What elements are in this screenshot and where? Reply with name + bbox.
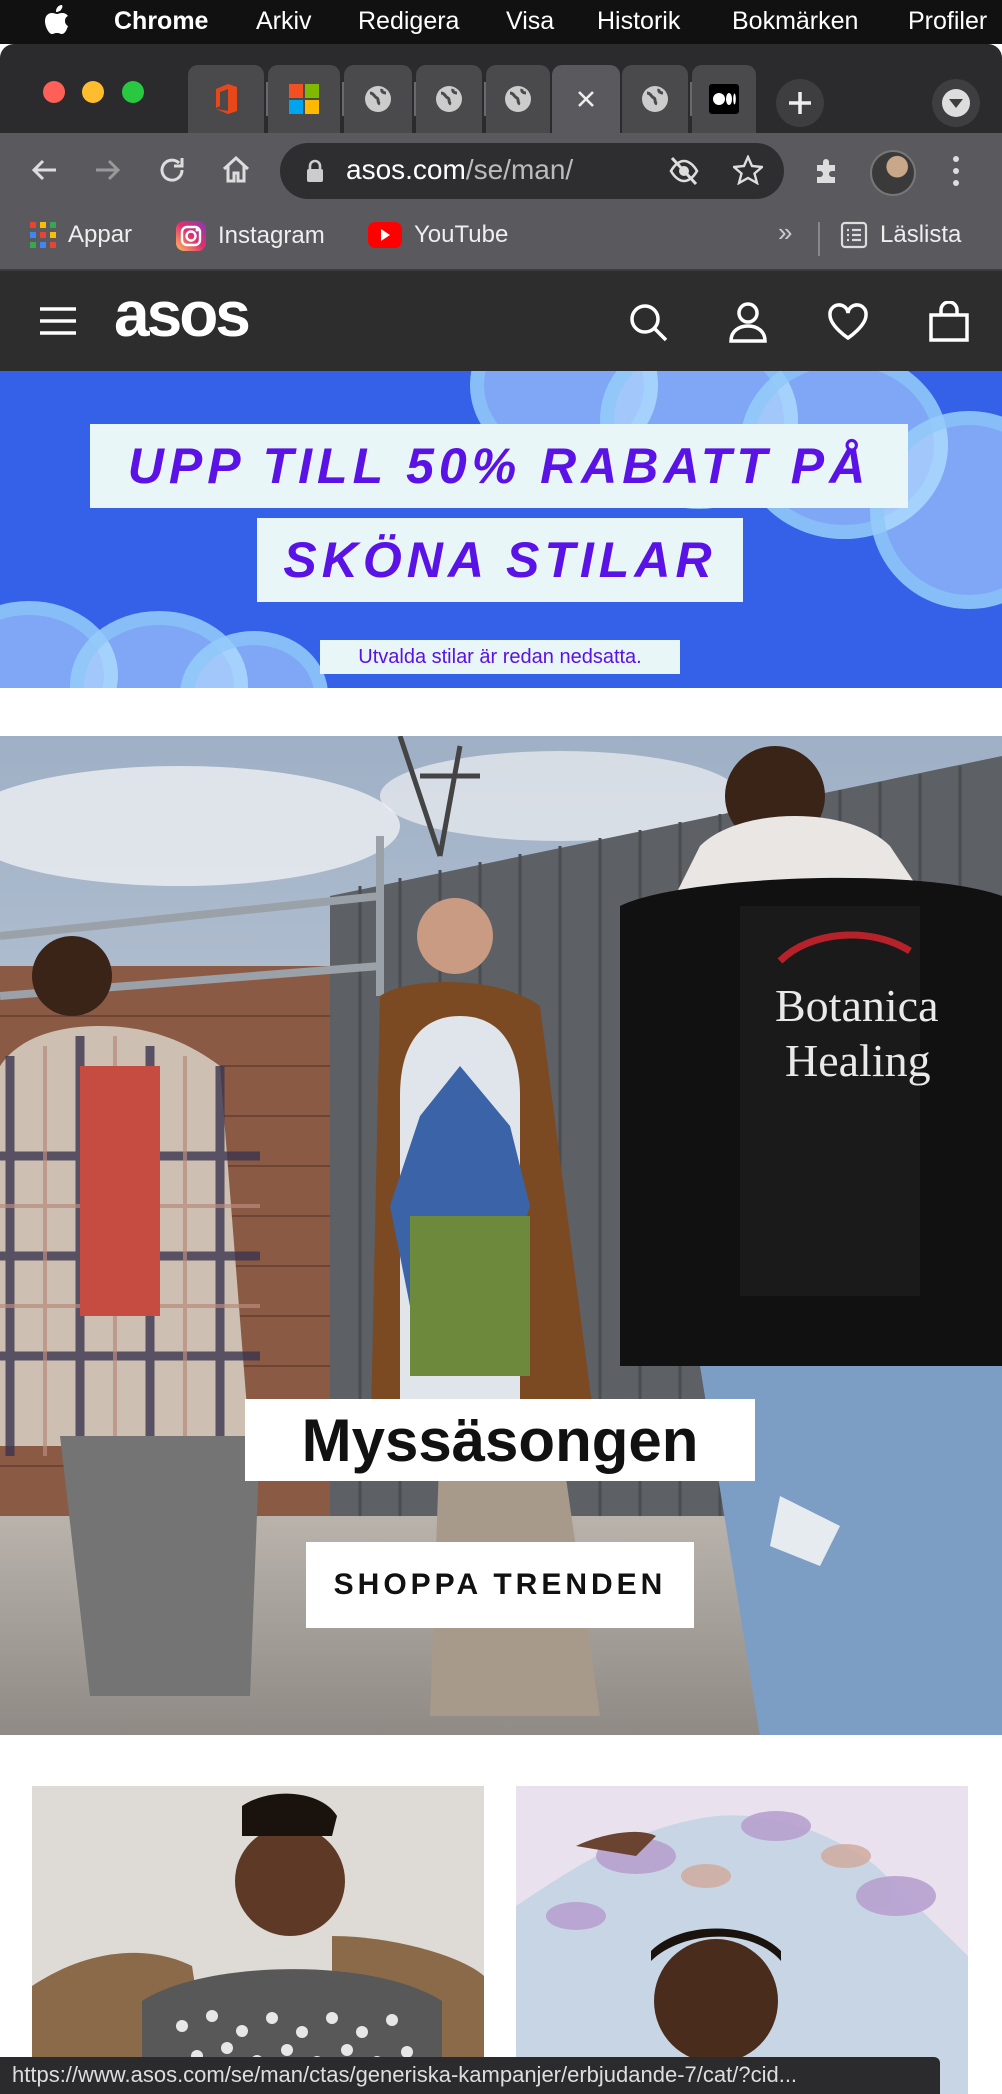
bookmarks-divider	[818, 222, 820, 256]
tab-globe-4[interactable]	[622, 65, 688, 133]
bookmarks-bar: Appar Instagram YouTube » Läslista	[0, 209, 1002, 271]
menu-visa[interactable]: Visa	[506, 7, 554, 36]
plus-icon	[789, 92, 811, 114]
site-header: asos	[0, 271, 1002, 371]
tab-medium[interactable]	[692, 65, 756, 133]
link-status-bar: https://www.asos.com/se/man/ctas/generis…	[0, 2057, 940, 2094]
office-icon	[216, 84, 237, 114]
zoom-window-button[interactable]	[122, 81, 144, 103]
promo-subline: Utvalda stilar är redan nedsatta.	[320, 640, 680, 674]
forward-arrow-icon[interactable]	[92, 154, 124, 186]
new-tab-button[interactable]	[776, 79, 824, 127]
svg-text:Healing: Healing	[785, 1035, 931, 1086]
account-icon[interactable]	[728, 301, 768, 343]
product-photo-left	[32, 1786, 484, 2094]
menu-redigera[interactable]: Redigera	[358, 7, 459, 36]
menu-profiler[interactable]: Profiler	[908, 7, 987, 36]
medium-icon	[709, 84, 739, 114]
tab-active-asos[interactable]	[552, 65, 620, 133]
chevron-down-icon	[942, 89, 970, 117]
reading-list-label: Läslista	[880, 221, 962, 248]
tab-globe-1[interactable]	[344, 65, 412, 133]
home-icon[interactable]	[220, 154, 252, 186]
microsoft-icon	[289, 84, 319, 114]
tab-globe-2[interactable]	[416, 65, 482, 133]
youtube-icon	[368, 222, 402, 248]
bookmark-youtube-label: YouTube	[414, 221, 509, 248]
url-host: asos.com	[346, 154, 466, 185]
promo-headline-line2: SKÖNA STILAR	[257, 518, 743, 602]
reading-list-button[interactable]: Läslista	[840, 221, 961, 249]
tab-search-button[interactable]	[932, 79, 980, 127]
close-window-button[interactable]	[43, 81, 65, 103]
menu-arkiv[interactable]: Arkiv	[256, 7, 312, 36]
shop-trend-button[interactable]: SHOPPA TRENDEN	[306, 1542, 694, 1628]
hero-title: Myssäsongen	[245, 1399, 755, 1481]
tab-globe-3[interactable]	[486, 65, 550, 133]
reading-list-icon	[840, 221, 868, 249]
status-url: https://www.asos.com/se/man/ctas/generis…	[12, 2062, 798, 2087]
menu-chrome[interactable]: Chrome	[114, 7, 208, 36]
url-path: /se/man/	[465, 154, 574, 185]
bookmark-instagram-label: Instagram	[218, 222, 325, 249]
bookmark-star-icon[interactable]	[733, 155, 763, 185]
reload-icon[interactable]	[156, 154, 188, 186]
bookmark-apps[interactable]: Appar	[30, 221, 132, 249]
tab-microsoft[interactable]	[268, 65, 340, 133]
product-tile-left[interactable]	[32, 1786, 484, 2094]
hero-banner[interactable]: Botanica Healing Myssäsongen SHOPPA TREN…	[0, 736, 1002, 1735]
instagram-icon	[176, 221, 206, 251]
sweater-print-text: Botanica	[775, 980, 939, 1031]
minimize-window-button[interactable]	[82, 81, 104, 103]
more-menu-icon[interactable]	[948, 154, 964, 188]
globe-icon	[642, 86, 668, 112]
product-photo-right	[516, 1786, 968, 2094]
lock-icon[interactable]	[306, 159, 324, 183]
globe-icon	[505, 86, 531, 112]
promo-headline-line1: UPP TILL 50% RABATT PÅ	[90, 424, 908, 508]
tab-office[interactable]	[188, 65, 264, 133]
promo-banner[interactable]: UPP TILL 50% RABATT PÅ SKÖNA STILAR Utva…	[0, 371, 1002, 688]
search-icon[interactable]	[628, 302, 668, 342]
profile-avatar[interactable]	[870, 150, 916, 196]
globe-icon	[365, 86, 391, 112]
hamburger-menu-icon[interactable]	[40, 307, 76, 335]
bookmarks-overflow-button[interactable]: »	[778, 217, 792, 248]
apps-grid-icon	[30, 222, 56, 248]
bookmark-apps-label: Appar	[68, 221, 133, 248]
wishlist-heart-icon[interactable]	[827, 303, 869, 341]
product-tile-right[interactable]	[516, 1786, 968, 2094]
apple-icon[interactable]	[44, 5, 70, 35]
globe-icon	[436, 86, 462, 112]
shopping-bag-icon[interactable]	[928, 301, 970, 343]
close-tab-icon[interactable]	[576, 89, 596, 109]
eye-off-icon[interactable]	[668, 156, 700, 186]
menu-historik[interactable]: Historik	[597, 7, 680, 36]
bookmark-instagram[interactable]: Instagram	[176, 221, 325, 251]
url-text[interactable]: asos.com/se/man/	[346, 154, 573, 186]
asos-logo[interactable]: asos	[114, 277, 251, 351]
macos-menu-bar: Chrome Arkiv Redigera Visa Historik Bokm…	[0, 0, 1002, 44]
back-arrow-icon[interactable]	[28, 154, 60, 186]
menu-bokmarken[interactable]: Bokmärken	[732, 7, 858, 36]
extensions-puzzle-icon[interactable]	[812, 154, 844, 186]
bookmark-youtube[interactable]: YouTube	[368, 221, 508, 249]
